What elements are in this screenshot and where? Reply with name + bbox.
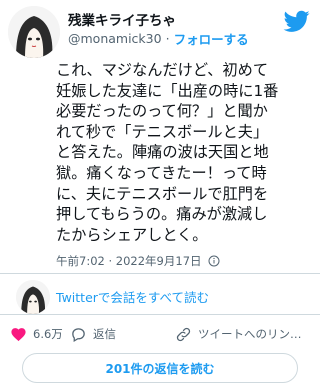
tweet-line: これ、マジなんだけど、初めて <box>56 61 269 79</box>
tweet-line: れて秒で「テニスボールと夫」 <box>56 122 269 141</box>
like-button[interactable]: 6.6万 <box>10 319 63 349</box>
author-avatar[interactable] <box>8 6 60 58</box>
link-icon <box>176 327 191 341</box>
author-handle[interactable]: @monamick30 <box>68 31 162 46</box>
tweet-line: 獄。痛くなってきたー！って時 <box>56 163 267 182</box>
twitter-bird-icon[interactable] <box>282 8 312 34</box>
copy-link-label: ツイートへのリン… <box>198 327 302 341</box>
reply-icon <box>72 327 85 342</box>
author-display-name[interactable]: 残業キライ子ちゃ <box>68 9 176 29</box>
reply-label: 返信 <box>93 327 116 341</box>
tweet-timestamp[interactable]: 午前7:02 · 2022年9月17日 <box>56 253 220 269</box>
tweet-line: 妊娠した友達に「出産の時に1番 <box>56 81 279 100</box>
copy-link-button[interactable]: ツイートへのリン… <box>175 319 315 349</box>
tweet-line: に、夫にテニスボールで肛門を <box>56 184 269 203</box>
follow-button[interactable]: フォローする <box>174 29 249 48</box>
info-icon[interactable] <box>208 255 220 267</box>
divider <box>0 314 320 315</box>
conversation-avatar <box>16 280 50 314</box>
tweet-text: これ、マジなんだけど、初めて 妊娠した友達に「出産の時に1番 必要だったのって何… <box>56 60 314 245</box>
tweet-line: たからシェアしとく。 <box>56 225 208 244</box>
meta-separator: · <box>165 31 170 46</box>
read-replies-button[interactable]: 201件の返信を読む <box>22 353 298 383</box>
tweet-line: 押してもらうの。痛みが激減し <box>56 205 268 224</box>
tweet-card: 残業キライ子ちゃ @monamick30 · フォローする これ、マジなんだけど… <box>0 0 320 392</box>
author-meta: @monamick30 · フォローする <box>68 29 249 48</box>
tweet-line: 必要だったのって何？」と聞か <box>56 102 268 121</box>
action-bar: 6.6万 返信 ツイートへのリン… <box>0 319 320 349</box>
like-count: 6.6万 <box>33 327 63 341</box>
read-conversation-link[interactable]: Twitterで会話をすべて読む <box>56 287 209 306</box>
heart-icon <box>11 327 26 341</box>
reply-button[interactable]: 返信 <box>70 319 116 349</box>
tweet-line: と答えた。陣痛の波は天国と地 <box>56 143 269 162</box>
divider <box>0 273 320 274</box>
